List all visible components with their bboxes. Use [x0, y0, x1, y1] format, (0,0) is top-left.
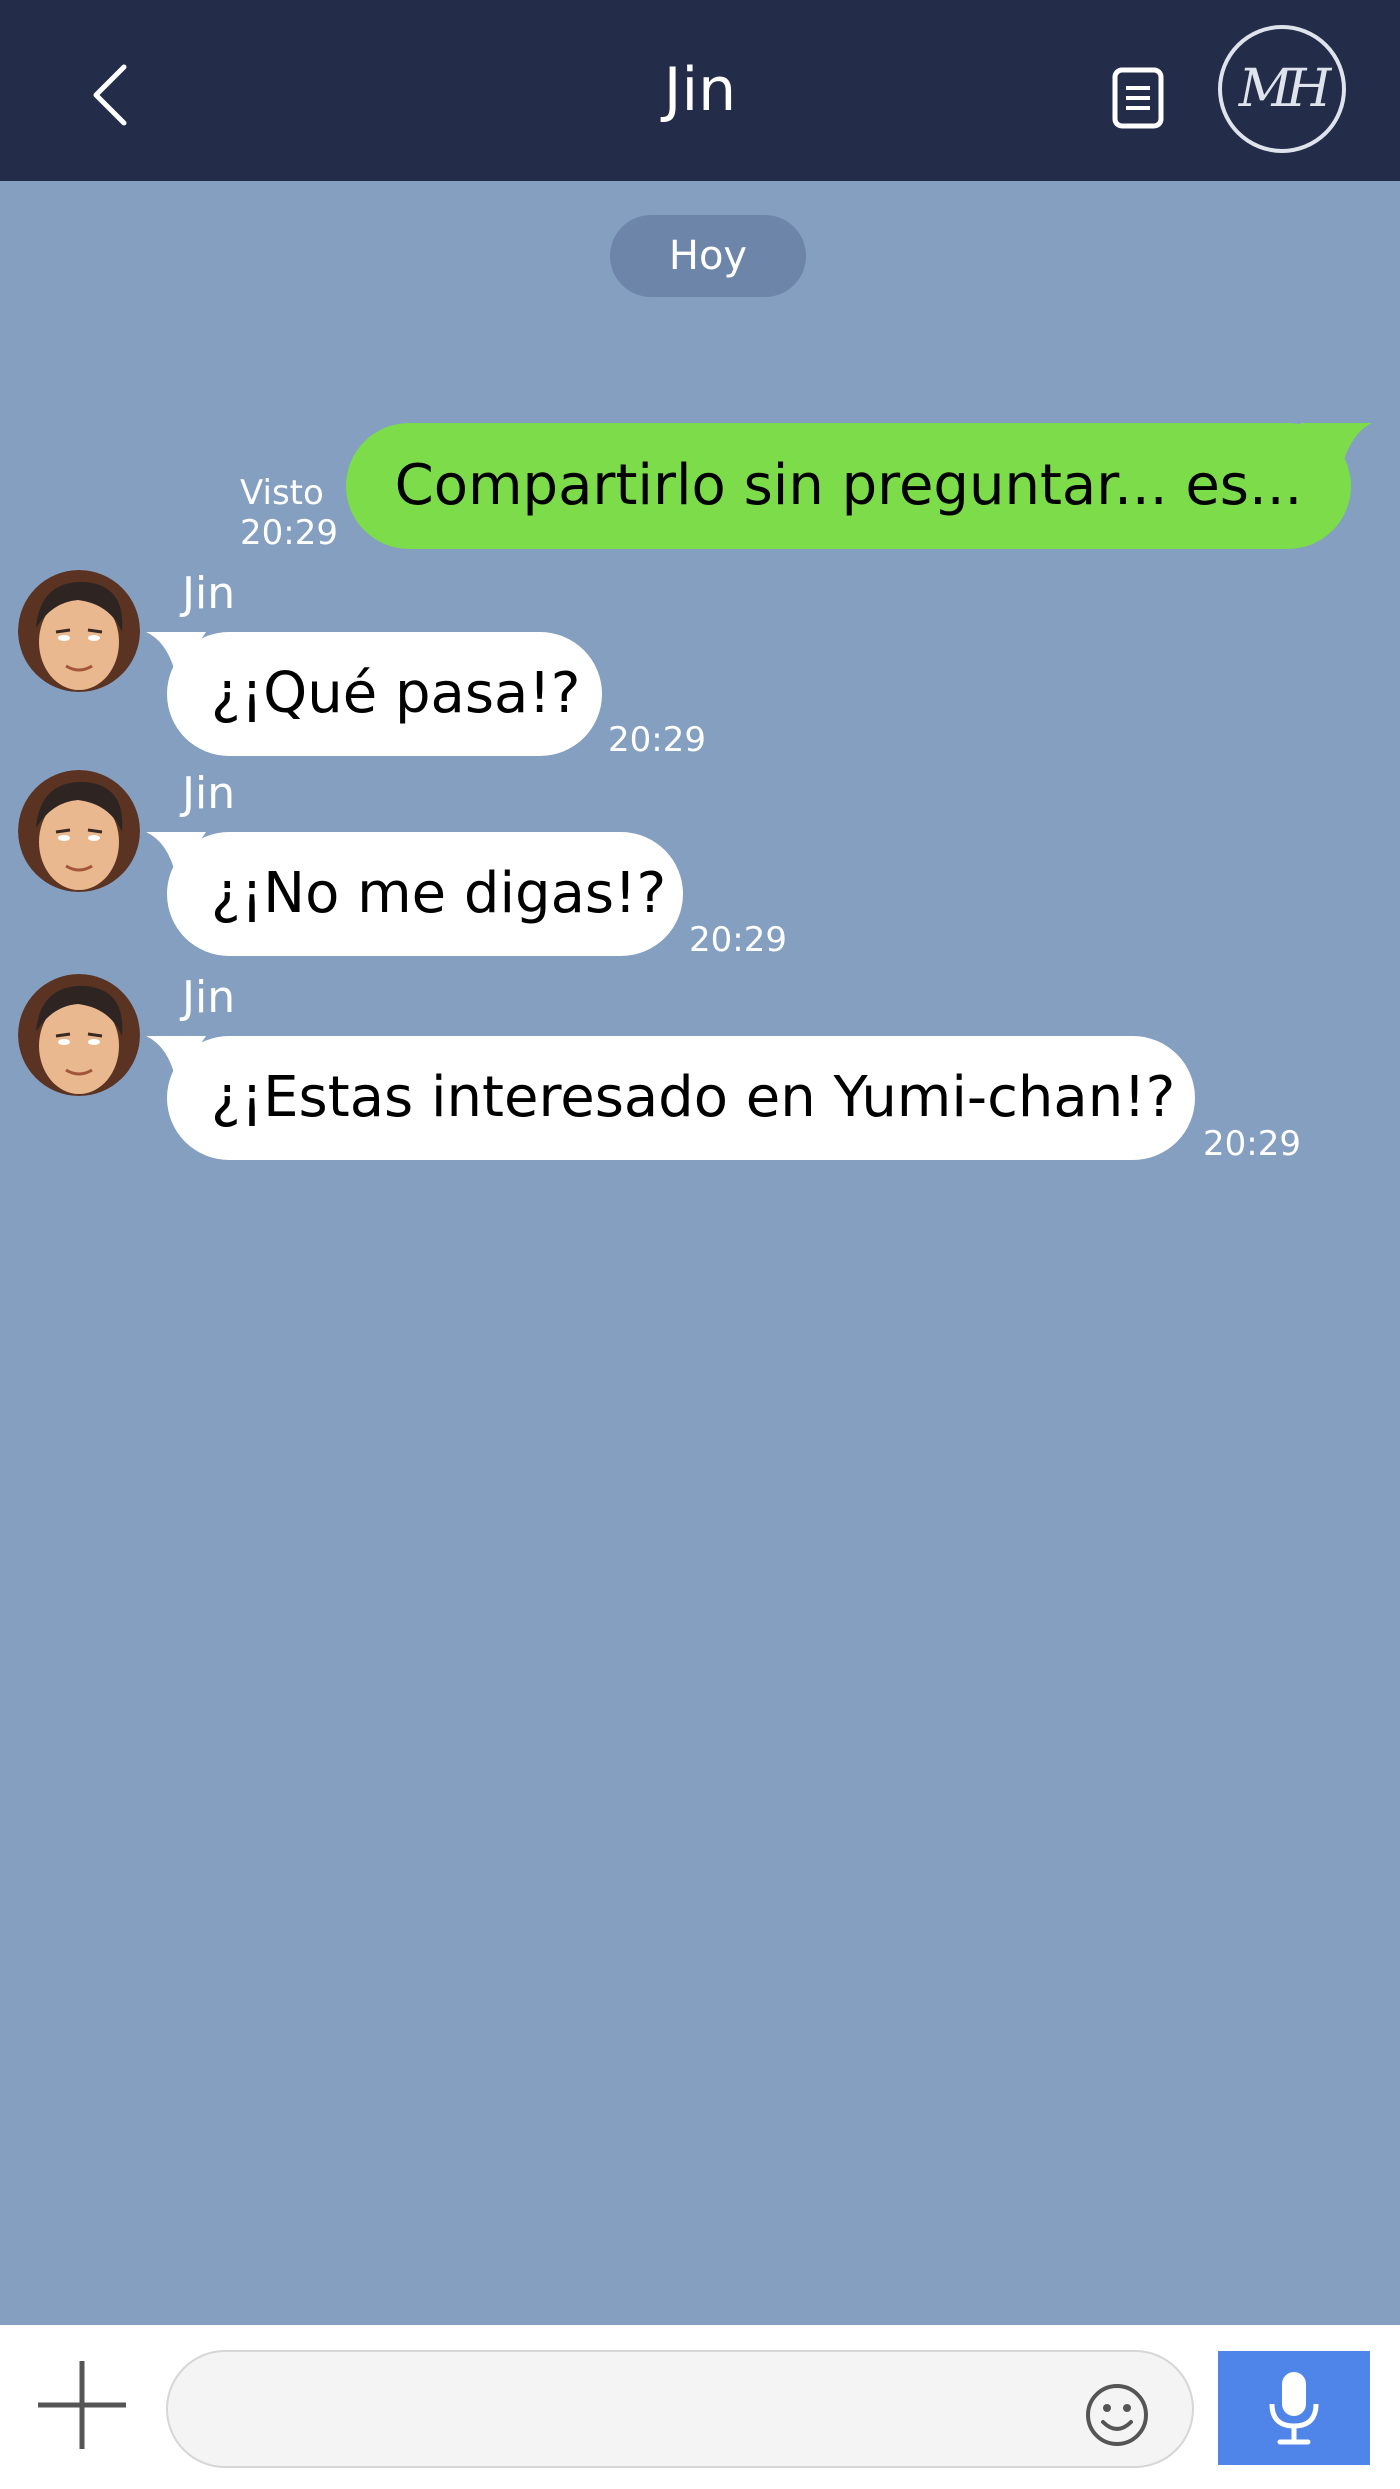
incoming-message-bubble[interactable]: ¿¡No me digas!?: [167, 832, 683, 956]
document-icon: [1112, 67, 1164, 128]
jin-avatar-image: [18, 974, 140, 1096]
outgoing-message-bubble[interactable]: Compartirlo sin preguntar... es...: [346, 423, 1351, 549]
read-receipt: Visto: [240, 473, 324, 513]
smiley-icon: [1086, 2384, 1148, 2446]
message-time: 20:29: [608, 720, 706, 760]
sender-name: Jin: [182, 568, 236, 619]
incoming-message-bubble[interactable]: ¿¡Qué pasa!?: [167, 632, 602, 756]
sender-name: Jin: [182, 972, 236, 1023]
message-input[interactable]: [166, 2350, 1194, 2468]
plus-icon: [38, 2361, 126, 2449]
date-separator: Hoy: [610, 215, 806, 297]
microphone-button[interactable]: [1218, 2351, 1370, 2465]
avatar[interactable]: [18, 974, 140, 1096]
sender-name: Jin: [182, 768, 236, 819]
message-time: 20:29: [240, 513, 338, 553]
mh-logo[interactable]: MH: [1218, 25, 1346, 153]
chat-title: Jin: [663, 55, 737, 125]
notes-button[interactable]: [1103, 60, 1173, 135]
chevron-left-icon: [93, 64, 127, 126]
avatar[interactable]: [18, 770, 140, 892]
message-status: Visto 20:29: [240, 473, 338, 553]
incoming-message-bubble[interactable]: ¿¡Estas interesado en Yumi-chan!?: [167, 1036, 1195, 1160]
jin-avatar-image: [18, 770, 140, 892]
avatar[interactable]: [18, 570, 140, 692]
back-button[interactable]: [80, 55, 140, 135]
message-time: 20:29: [1203, 1124, 1301, 1164]
add-attachment-button[interactable]: [32, 2355, 132, 2455]
microphone-icon: [1269, 2372, 1319, 2445]
message-time: 20:29: [689, 920, 787, 960]
jin-avatar-image: [18, 570, 140, 692]
emoji-button[interactable]: [1082, 2380, 1152, 2450]
